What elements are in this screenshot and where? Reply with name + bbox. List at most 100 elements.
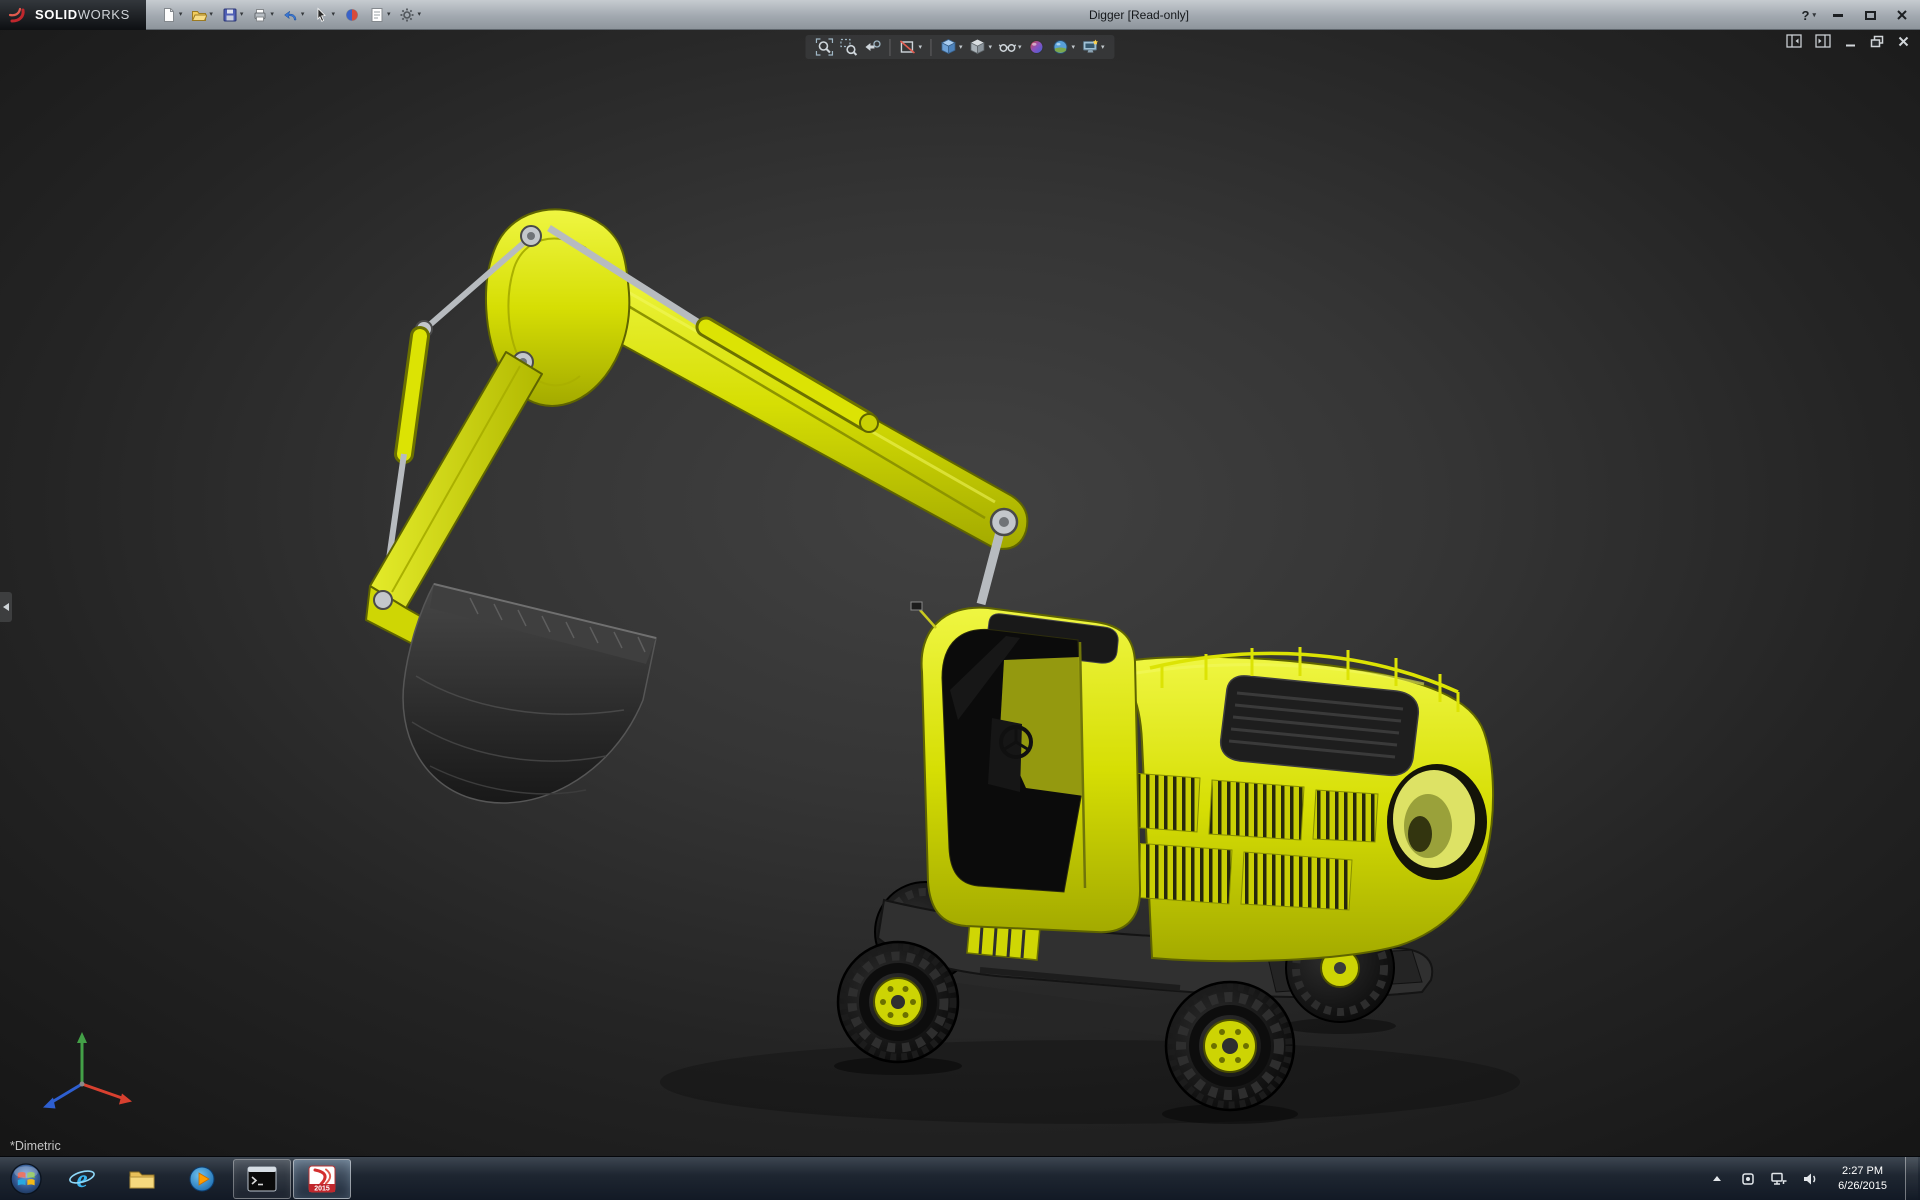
dropdown-caret: ▾ xyxy=(387,11,391,18)
pane-left-icon xyxy=(1786,34,1802,48)
view-orientation-label: *Dimetric xyxy=(10,1139,61,1153)
show-desktop-button[interactable] xyxy=(1905,1157,1918,1200)
options-button[interactable]: ▾ xyxy=(396,5,424,25)
ground-shadow xyxy=(660,1040,1520,1124)
view-orientation-button[interactable]: ▾ xyxy=(938,37,964,57)
dropdown-caret: ▾ xyxy=(1018,44,1022,51)
pane-right-icon xyxy=(1815,34,1831,48)
print-button[interactable]: ▾ xyxy=(249,5,277,25)
document-minimize-button[interactable] xyxy=(1844,35,1857,48)
graphics-viewport[interactable]: ▾ ▾ ▾ xyxy=(0,30,1920,1156)
network-icon xyxy=(1770,1171,1788,1187)
help-button[interactable]: ? ▾ xyxy=(1802,8,1816,23)
svg-text:2015: 2015 xyxy=(314,1185,330,1192)
view-settings-button[interactable]: ▾ xyxy=(1080,37,1106,57)
y-axis-arrow xyxy=(77,1032,87,1043)
front-left-wheel xyxy=(838,942,958,1062)
taskbar-command-prompt-button[interactable] xyxy=(233,1159,291,1199)
open-icon xyxy=(191,7,207,23)
view-orientation-cube-icon xyxy=(939,38,957,56)
engine-body xyxy=(1106,647,1493,961)
svg-text:e: e xyxy=(76,1166,87,1193)
tray-app-button[interactable] xyxy=(1738,1165,1758,1193)
operator-cab xyxy=(911,602,1140,932)
edit-appearance-button[interactable] xyxy=(1027,37,1047,57)
section-view-button[interactable]: ▾ xyxy=(897,37,923,57)
display-style-button[interactable]: ▾ xyxy=(967,37,993,57)
taskbar-internet-explorer-button[interactable]: e xyxy=(53,1159,111,1199)
previous-view-button[interactable] xyxy=(862,37,882,57)
file-properties-button[interactable]: ▾ xyxy=(366,5,394,25)
document-window-controls xyxy=(1786,34,1910,48)
expand-right-pane-button[interactable] xyxy=(1815,34,1831,48)
zoom-to-area-icon xyxy=(839,38,857,56)
view-settings-icon xyxy=(1081,38,1099,56)
internet-explorer-icon: e xyxy=(67,1164,97,1194)
windows-taskbar: e xyxy=(0,1156,1920,1200)
zoom-to-fit-button[interactable] xyxy=(814,37,834,57)
minimize-icon xyxy=(1844,35,1857,48)
dropdown-caret: ▾ xyxy=(959,44,963,51)
apply-scene-globe-icon xyxy=(1052,38,1070,56)
zoom-to-area-button[interactable] xyxy=(838,37,858,57)
window-title: Digger [Read-only] xyxy=(1089,8,1189,22)
document-restore-button[interactable] xyxy=(1870,35,1884,48)
network-button[interactable] xyxy=(1769,1165,1789,1193)
taskbar-clock[interactable]: 2:27 PM 6/26/2015 xyxy=(1831,1164,1894,1194)
windows-start-orb-icon xyxy=(6,1159,46,1199)
dropdown-caret: ▾ xyxy=(1101,44,1105,51)
undo-icon xyxy=(283,7,299,23)
collapsed-panel-tab[interactable] xyxy=(0,592,12,622)
solidworks-app-icon: 2015 xyxy=(308,1165,336,1193)
taskbar-media-player-button[interactable] xyxy=(173,1159,231,1199)
new-document-button[interactable]: ▾ xyxy=(158,5,186,25)
minimize-button[interactable] xyxy=(1828,6,1848,24)
apply-scene-button[interactable]: ▾ xyxy=(1051,37,1077,57)
reference-triad xyxy=(20,1018,150,1128)
show-hidden-icons-button[interactable] xyxy=(1707,1165,1727,1193)
save-icon xyxy=(222,7,238,23)
ds-logo-icon xyxy=(8,6,28,24)
volume-button[interactable] xyxy=(1800,1165,1820,1193)
dropdown-caret: ▾ xyxy=(1812,12,1816,19)
select-button[interactable]: ▾ xyxy=(310,5,338,25)
hide-show-items-button[interactable]: ▾ xyxy=(997,37,1023,57)
app-window: SOLIDWORKS ▾ ▾ ▾ xyxy=(0,0,1920,1200)
dropdown-caret: ▾ xyxy=(301,11,305,18)
edit-appearance-ball-icon xyxy=(1028,38,1046,56)
close-button[interactable] xyxy=(1892,6,1912,24)
taskbar-windows-explorer-button[interactable] xyxy=(113,1159,171,1199)
expand-left-pane-button[interactable] xyxy=(1786,34,1802,48)
clock-time: 2:27 PM xyxy=(1838,1164,1887,1179)
headsup-view-toolbar: ▾ ▾ ▾ xyxy=(805,35,1114,59)
solidworks-xpress-button[interactable] xyxy=(341,5,363,25)
hide-show-glasses-icon xyxy=(998,38,1016,56)
dropdown-caret: ▾ xyxy=(179,11,183,18)
toolbar-separator xyxy=(889,39,890,56)
maximize-button[interactable] xyxy=(1860,6,1880,24)
file-properties-icon xyxy=(369,7,385,23)
dropdown-caret: ▾ xyxy=(918,44,922,51)
titlebar-controls: ? ▾ xyxy=(1802,0,1912,30)
media-player-icon xyxy=(187,1164,217,1194)
bucket xyxy=(403,584,656,803)
undo-button[interactable]: ▾ xyxy=(280,5,308,25)
section-view-icon xyxy=(898,38,916,56)
x-axis-arrow xyxy=(119,1094,132,1105)
start-button[interactable] xyxy=(0,1157,52,1200)
solidworks-logo: SOLIDWORKS xyxy=(0,0,146,30)
taskbar-solidworks-button[interactable]: 2015 xyxy=(293,1159,351,1199)
command-prompt-icon xyxy=(247,1166,277,1192)
save-button[interactable]: ▾ xyxy=(219,5,247,25)
zoom-to-fit-icon xyxy=(815,38,833,56)
dropdown-caret: ▾ xyxy=(1072,44,1076,51)
front-right-wheel xyxy=(1166,982,1294,1110)
menubar-toolbar: ▾ ▾ ▾ ▾ xyxy=(146,5,424,25)
open-button[interactable]: ▾ xyxy=(188,5,216,25)
dropdown-caret: ▾ xyxy=(417,11,421,18)
document-close-button[interactable] xyxy=(1897,35,1910,48)
boom-assembly xyxy=(366,209,1027,656)
select-cursor-icon xyxy=(313,7,329,23)
brand-text: SOLIDWORKS xyxy=(35,7,130,22)
mirror xyxy=(911,602,922,610)
